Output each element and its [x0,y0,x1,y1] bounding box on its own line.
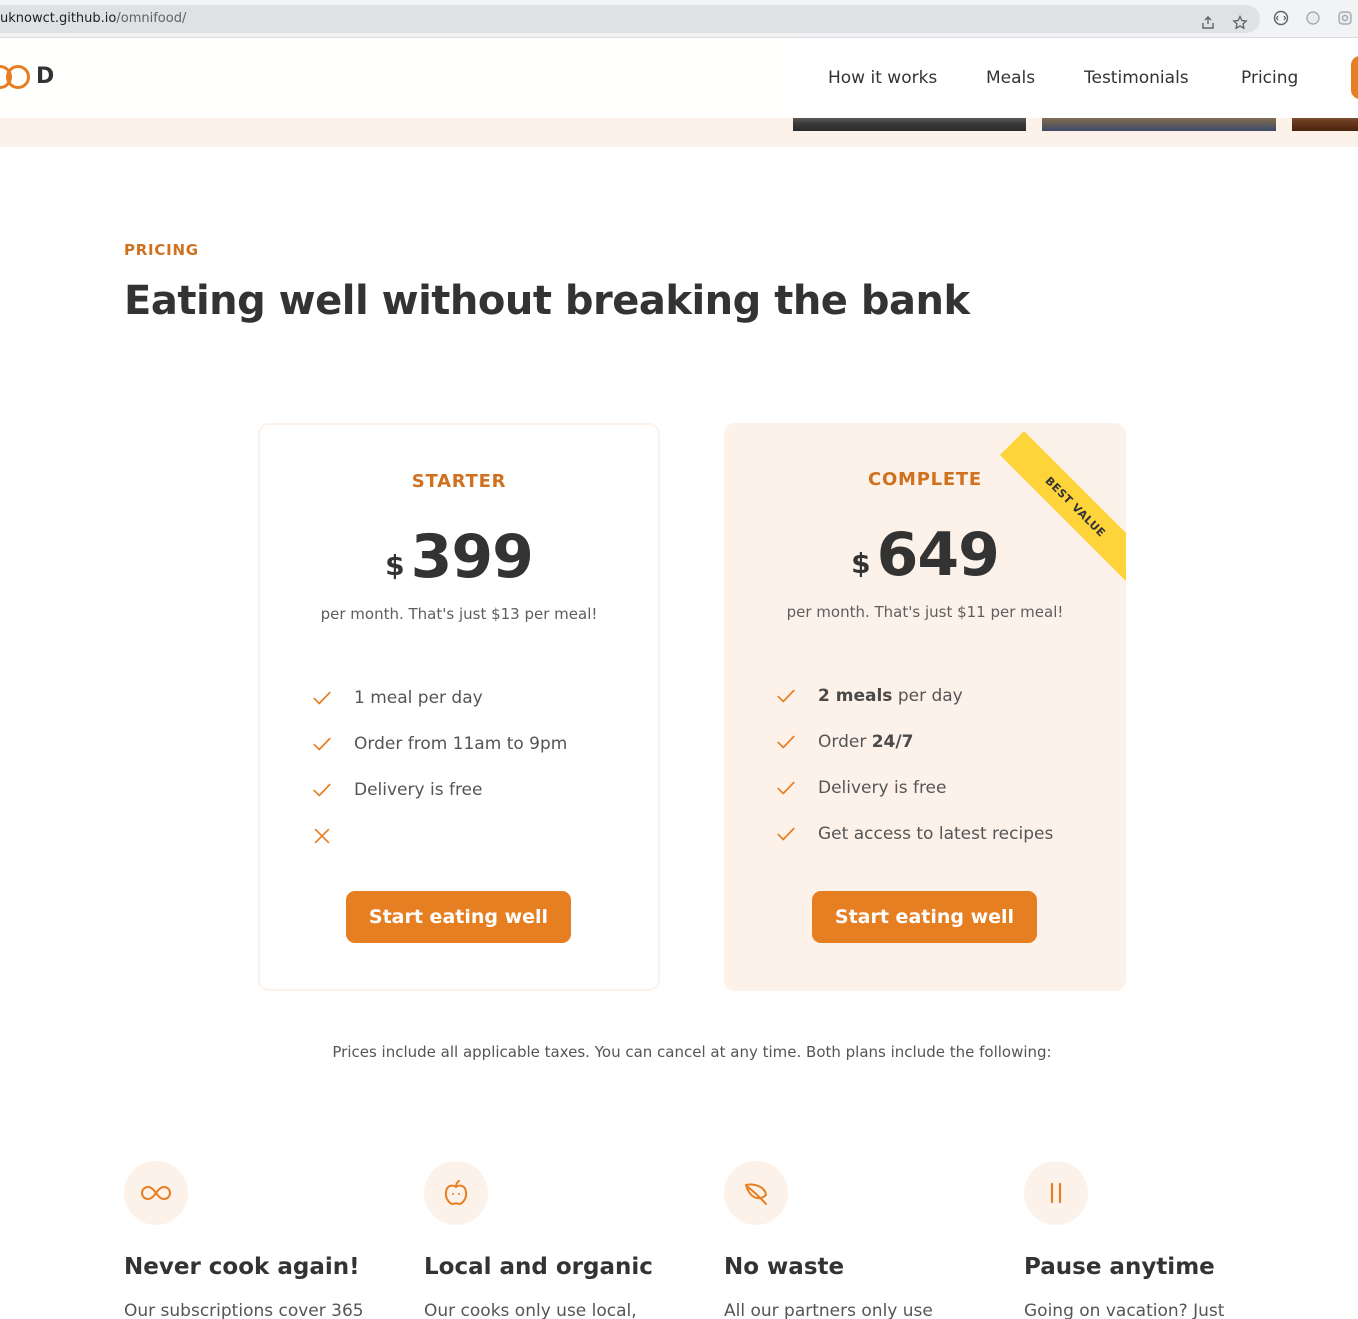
plan-feature: 2 meals per day [774,673,1053,719]
feature-title: Local and organic [424,1254,653,1280]
feature-no-waste: No waste All our partners only use [724,1161,964,1319]
plan-price: $649 [724,515,1126,595]
feature-description: Our subscriptions cover 365 [124,1301,364,1319]
feature-local-organic: Local and organic Our cooks only use loc… [424,1161,664,1319]
feature-text: Delivery is free [818,778,947,798]
section-heading: Eating well without breaking the bank [124,278,970,324]
feature-title: Never cook again! [124,1254,360,1280]
feature-emphasis: 2 meals [818,686,893,706]
apple-icon [424,1161,488,1225]
nav-link-meals[interactable]: Meals [986,64,1035,92]
feature-text: Get access to latest recipes [818,824,1054,844]
feature-text-lead: Order [818,732,872,752]
plan-note: per month. That's just $13 per meal! [320,605,598,623]
feature-text-rest: per day [892,686,963,706]
url-host: uknowct.github.io [0,11,117,26]
nav-link-how-it-works[interactable]: How it works [828,64,937,92]
check-icon [310,686,334,710]
close-icon [310,824,334,848]
plan-feature: Delivery is free [774,765,1053,811]
plan-amount: 399 [410,522,534,592]
feature-text: Order from 11am to 9pm [354,734,568,754]
feature-description: Our cooks only use local, [424,1301,637,1319]
check-icon [774,730,798,754]
feature-title: Pause anytime [1024,1254,1215,1280]
bookmark-star-icon[interactable] [1230,13,1250,33]
pricing-plan-complete: BEST VALUE COMPLETE $649 per month. That… [724,423,1126,991]
address-bar[interactable]: uknowct.github.io/omnifood/ [0,5,1260,33]
pause-icon [1024,1161,1088,1225]
pricing-plan-starter: STARTER $399 per month. That's just $13 … [258,423,660,991]
plan-price: $399 [260,517,658,597]
url-path: /omnifood/ [116,11,187,26]
feature-description: Going on vacation? Just [1024,1301,1225,1319]
feature-text: Delivery is free [354,780,483,800]
feature-never-cook: Never cook again! Our subscriptions cove… [124,1161,364,1319]
section-subheading: PRICING [124,241,199,259]
plan-currency: $ [851,547,871,580]
url-text: uknowct.github.io/omnifood/ [0,10,186,28]
plan-name: STARTER [411,471,507,492]
extension-icon[interactable] [1303,8,1323,28]
plan-feature-list: 1 meal per day Order from 11am to 9pm De… [310,675,567,859]
nav-link-testimonials[interactable]: Testimonials [1084,64,1189,92]
feature-title: No waste [724,1254,845,1280]
main-nav: How it works Meals Testimonials Pricing [0,64,1358,92]
feature-text: 2 meals per day [818,686,963,706]
plan-name: COMPLETE [868,469,982,490]
infinity-icon [124,1161,188,1225]
plan-amount: 649 [876,520,1000,590]
plan-feature: 1 meal per day [310,675,567,721]
check-icon [774,684,798,708]
plan-feature: Get access to latest recipes [774,811,1053,857]
check-icon [310,732,334,756]
feature-text: 1 meal per day [354,688,483,708]
plan-details-text: Prices include all applicable taxes. You… [332,1043,1052,1061]
check-icon [774,776,798,800]
share-icon[interactable] [1198,13,1218,33]
plan-feature: Order from 11am to 9pm [310,721,567,767]
plan-feature: Order 24/7 [774,719,1053,765]
nav-cta-button[interactable] [1351,56,1358,99]
nav-link-pricing[interactable]: Pricing [1241,64,1298,92]
browser-toolbar: uknowct.github.io/omnifood/ [0,0,1358,38]
extension-icon[interactable] [1335,8,1355,28]
plan-note: per month. That's just $11 per meal! [786,603,1064,621]
extension-icon[interactable] [1271,8,1291,28]
start-eating-well-button[interactable]: Start eating well [346,891,571,943]
plan-feature [310,813,567,859]
plan-currency: $ [385,549,405,582]
check-icon [310,778,334,802]
feature-emphasis: 24/7 [871,732,914,752]
start-eating-well-button[interactable]: Start eating well [812,891,1037,943]
check-icon [774,822,798,846]
feature-pause-anytime: Pause anytime Going on vacation? Just [1024,1161,1264,1319]
plan-feature-list: 2 meals per day Order 24/7 Delivery is f… [774,673,1053,857]
plan-feature: Delivery is free [310,767,567,813]
feature-text: Order 24/7 [818,732,913,752]
feature-description: All our partners only use [724,1301,933,1319]
leaf-icon [724,1161,788,1225]
